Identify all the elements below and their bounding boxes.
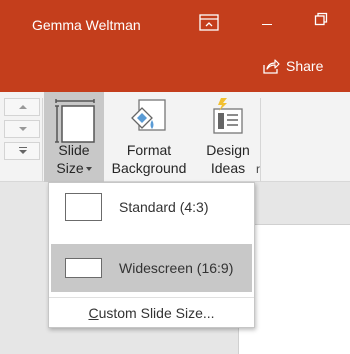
design-ideas-label-line1: Design [206,142,250,158]
format-background-label-line1: Format [126,142,172,158]
scroll-down-icon [19,127,27,131]
share-icon [263,59,280,74]
slide-size-label-line1: Slide [58,142,90,158]
format-background-icon [131,99,166,131]
chevron-down-icon [85,167,92,172]
slide-size-label-text: Size [56,160,84,176]
option-standard[interactable]: Standard (4:3) [51,183,252,231]
title-bar: Gemma Weltman Share [0,0,350,92]
option-standard-label: Standard (4:3) [119,199,209,215]
format-background-label-line2: Background [111,160,187,176]
ribbon-separator [260,98,261,184]
more-icon-bar [19,147,27,148]
scroll-up-icon [19,105,27,109]
menu-divider [49,297,254,298]
design-ideas-button[interactable]: Design Ideas [196,92,260,182]
design-ideas-label-line2: Ideas [210,160,246,176]
slide-size-icon [55,99,95,143]
more-icon [19,150,27,154]
minimize-icon[interactable] [262,24,272,25]
option-widescreen-label: Widescreen (16:9) [119,260,234,276]
account-name[interactable]: Gemma Weltman [32,17,141,33]
slide-size-dropdown: Standard (4:3) Widescreen (16:9) Custom … [48,182,255,328]
format-background-button[interactable]: Format Background [106,92,192,182]
widescreen-thumbnail-icon [65,258,102,278]
custom-slide-size-item[interactable]: Custom Slide Size... [49,305,254,321]
share-label: Share [286,58,324,74]
custom-slide-size-label: ustom Slide Size... [98,305,215,321]
ribbon-group-label: r [256,162,260,176]
ribbon-separator [42,98,43,184]
slide-size-label-line2: Size [44,159,104,177]
share-button[interactable]: Share [262,55,323,77]
slide-size-button[interactable]: Slide Size [44,92,104,184]
custom-slide-size-accelerator: C [88,305,99,321]
ribbon-display-options-icon[interactable] [198,13,220,33]
restore-icon[interactable] [314,12,328,26]
gallery-more-button[interactable] [4,142,40,160]
gallery-scroll-down[interactable] [4,120,40,138]
standard-thumbnail-icon [65,193,102,221]
gallery-scroll-up[interactable] [4,98,40,116]
design-ideas-icon [213,98,243,134]
option-widescreen[interactable]: Widescreen (16:9) [51,244,252,292]
